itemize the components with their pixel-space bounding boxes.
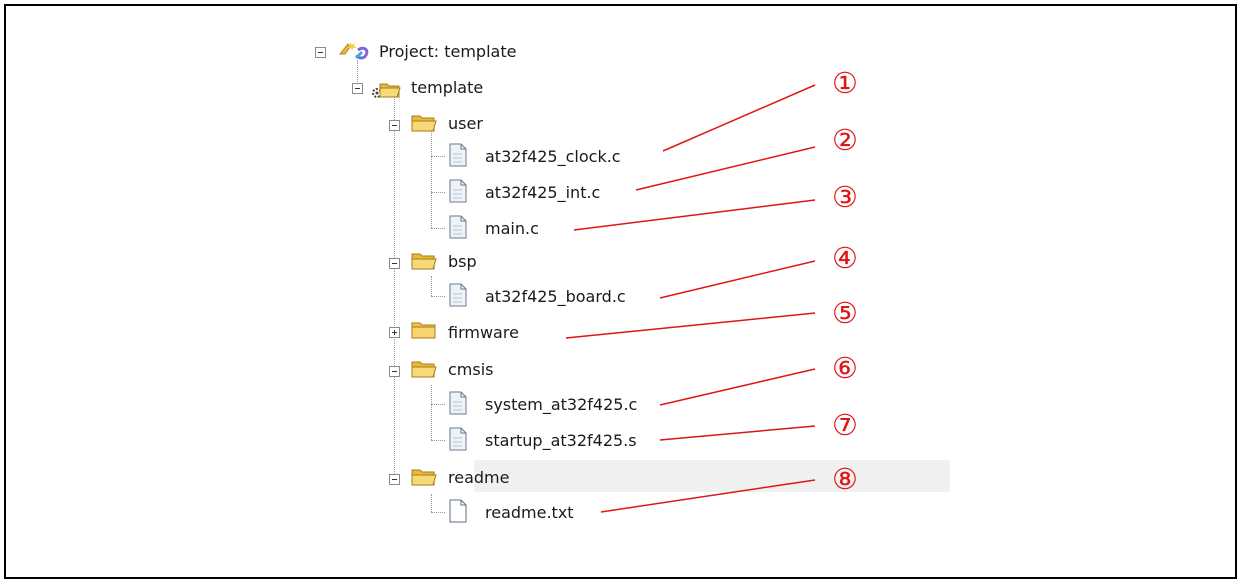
callout-number: ② bbox=[832, 123, 858, 157]
callout-line bbox=[635, 146, 816, 191]
callout-line bbox=[659, 260, 816, 299]
callout-line bbox=[659, 425, 816, 441]
callout-number: ① bbox=[832, 66, 858, 100]
callout-number: ⑦ bbox=[832, 408, 858, 442]
callout-number: ⑥ bbox=[832, 351, 858, 385]
callout-lines bbox=[565, 84, 816, 513]
callout-line bbox=[565, 312, 816, 339]
callout-number: ⑤ bbox=[832, 296, 858, 330]
callout-number: ③ bbox=[832, 180, 858, 214]
callout-line bbox=[573, 199, 816, 231]
callout-line bbox=[600, 479, 816, 513]
callout-number: ④ bbox=[832, 241, 858, 275]
callout-line bbox=[662, 84, 816, 152]
callout-number: ⑧ bbox=[832, 462, 858, 496]
project-tree: Project: template template user at32f425… bbox=[0, 0, 1245, 567]
callout-line bbox=[659, 368, 816, 406]
